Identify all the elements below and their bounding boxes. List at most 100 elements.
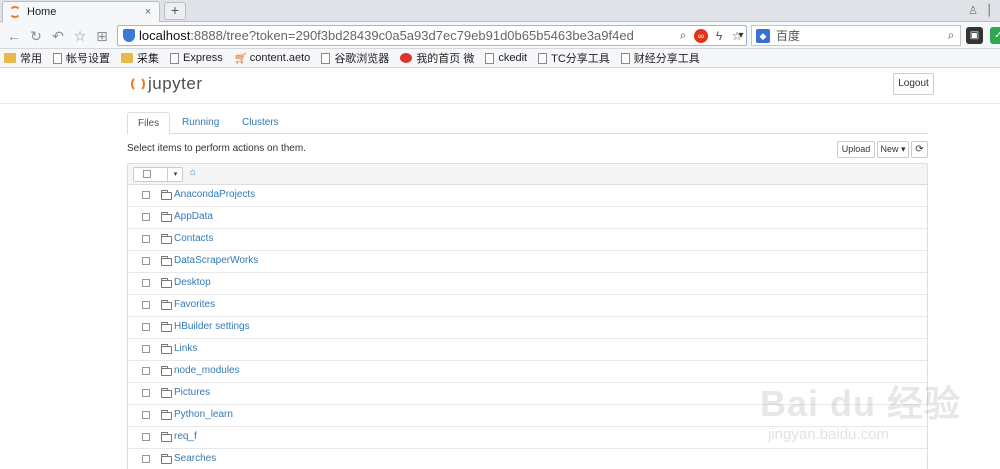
zoom-icon[interactable]: ⌕: [674, 28, 692, 43]
folder-icon: [161, 234, 172, 244]
folder-icon: [161, 344, 172, 354]
search-icon[interactable]: ⌕: [942, 28, 960, 43]
favorite-star-icon[interactable]: ☆: [70, 26, 90, 46]
page-icon: [170, 52, 179, 64]
file-list-header: ▾ ⌂: [128, 164, 927, 185]
folder-icon: [121, 53, 133, 63]
item-checkbox[interactable]: [142, 323, 150, 331]
folder-icon: [4, 53, 16, 63]
address-bar[interactable]: localhost:8888/tree?token=290f3bd28439c0…: [117, 25, 747, 46]
item-checkbox[interactable]: [142, 345, 150, 353]
list-item[interactable]: Favorites: [128, 295, 927, 317]
reload-icon[interactable]: ↻: [26, 26, 46, 46]
tab-running[interactable]: Running: [172, 112, 229, 134]
item-checkbox[interactable]: [142, 257, 150, 265]
jupyter-logo[interactable]: jupyter: [131, 74, 203, 94]
folder-link[interactable]: HBuilder settings: [174, 321, 250, 332]
browser-toolbar: ← ↻ ↶ ☆ ⊞ localhost:8888/tree?token=290f…: [0, 22, 1000, 49]
folder-icon: [161, 190, 172, 200]
apps-grid-icon[interactable]: ⊞: [92, 26, 112, 46]
item-checkbox[interactable]: [142, 235, 150, 243]
window-menu-icon[interactable]: ▏: [984, 2, 1000, 20]
baidu-jingyan-watermark: Bai du 经验 jingyan.baidu.com: [760, 375, 990, 455]
page-icon: [485, 52, 495, 64]
folder-icon: [161, 432, 172, 442]
tab-close-icon[interactable]: ×: [141, 6, 155, 18]
list-item[interactable]: Desktop: [128, 273, 927, 295]
select-all-checkbox[interactable]: [143, 170, 151, 178]
folder-link[interactable]: Python_learn: [174, 409, 233, 420]
browser-tab-strip: Home × + ♙ ▏: [0, 0, 1000, 22]
home-icon[interactable]: ⌂: [190, 167, 196, 178]
item-checkbox[interactable]: [142, 367, 150, 375]
folder-icon: [161, 212, 172, 222]
page-icon: [538, 52, 548, 64]
item-checkbox[interactable]: [142, 411, 150, 419]
list-item[interactable]: AppData: [128, 207, 927, 229]
folder-icon: [161, 410, 172, 420]
folder-link[interactable]: DataScraperWorks: [174, 255, 258, 266]
folder-icon: [161, 300, 172, 310]
item-checkbox[interactable]: [142, 455, 150, 463]
bookmark-item[interactable]: 采集: [121, 50, 159, 66]
watermark-url-text: jingyan.baidu.com: [768, 426, 889, 443]
folder-link[interactable]: Pictures: [174, 387, 210, 398]
folder-icon: [161, 256, 172, 266]
folder-link[interactable]: Searches: [174, 453, 216, 464]
bookmark-item[interactable]: Express: [170, 52, 223, 64]
new-dropdown-button[interactable]: New ▾: [877, 141, 909, 158]
tab-files[interactable]: Files: [127, 112, 171, 135]
lightning-icon[interactable]: ϟ: [710, 29, 728, 43]
new-tab-button[interactable]: +: [164, 2, 186, 20]
list-item[interactable]: HBuilder settings: [128, 317, 927, 339]
item-checkbox[interactable]: [142, 279, 150, 287]
bookmark-item[interactable]: 财经分享工具: [620, 50, 700, 66]
jupyter-logo-icon: [131, 76, 145, 92]
url-text[interactable]: localhost:8888/tree?token=290f3bd28439c0…: [139, 28, 674, 43]
bookmark-item[interactable]: TC分享工具: [538, 50, 610, 66]
jupyter-header: jupyter Logout: [0, 68, 1000, 104]
bookmark-item[interactable]: 帐号设置: [53, 50, 110, 66]
search-input[interactable]: 百度: [776, 27, 942, 44]
folder-link[interactable]: AnacondaProjects: [174, 189, 255, 200]
shirt-skin-icon[interactable]: ♙: [964, 2, 982, 20]
item-checkbox[interactable]: [142, 301, 150, 309]
undo-icon[interactable]: ↶: [48, 26, 68, 46]
folder-link[interactable]: req_f: [174, 431, 197, 442]
bookmark-item[interactable]: 常用: [4, 50, 42, 66]
folder-link[interactable]: Links: [174, 343, 197, 354]
list-item[interactable]: Links: [128, 339, 927, 361]
item-checkbox[interactable]: [142, 191, 150, 199]
list-item[interactable]: DataScraperWorks: [128, 251, 927, 273]
refresh-icon[interactable]: ⟳: [911, 141, 928, 158]
jupyter-favicon-icon: [9, 6, 21, 18]
back-arrow-icon[interactable]: ←: [4, 26, 24, 46]
jupyter-logo-text: jupyter: [148, 74, 203, 93]
select-all-dropdown[interactable]: ▾: [133, 167, 183, 182]
item-checkbox[interactable]: [142, 433, 150, 441]
folder-link[interactable]: Favorites: [174, 299, 215, 310]
folder-link[interactable]: AppData: [174, 211, 213, 222]
item-checkbox[interactable]: [142, 213, 150, 221]
folder-link[interactable]: Desktop: [174, 277, 211, 288]
bookmark-item[interactable]: 我的首页 微: [400, 50, 474, 66]
browser-tab-home[interactable]: Home ×: [2, 1, 160, 22]
folder-link[interactable]: Contacts: [174, 233, 213, 244]
list-item[interactable]: Contacts: [128, 229, 927, 251]
bookmark-item[interactable]: 谷歌浏览器: [321, 50, 389, 66]
infinity-extension-icon[interactable]: ∞: [694, 28, 708, 43]
search-bar[interactable]: ◆ 百度 ⌕: [751, 25, 961, 46]
item-checkbox[interactable]: [142, 389, 150, 397]
tab-clusters[interactable]: Clusters: [232, 112, 289, 134]
extension-check-icon[interactable]: ✓: [990, 27, 1000, 44]
list-item[interactable]: AnacondaProjects: [128, 185, 927, 207]
address-dropdown-icon[interactable]: ▾: [731, 26, 751, 46]
extension-tray-icon[interactable]: ▣: [966, 27, 983, 44]
bookmark-item[interactable]: ckedit: [485, 52, 527, 64]
logout-button[interactable]: Logout: [893, 73, 934, 95]
page-icon: [620, 52, 630, 64]
upload-button[interactable]: Upload: [837, 141, 875, 158]
chevron-down-icon[interactable]: ▾: [167, 168, 183, 181]
bookmark-item[interactable]: 🛒︎ content.aeto: [234, 52, 311, 65]
folder-link[interactable]: node_modules: [174, 365, 240, 376]
